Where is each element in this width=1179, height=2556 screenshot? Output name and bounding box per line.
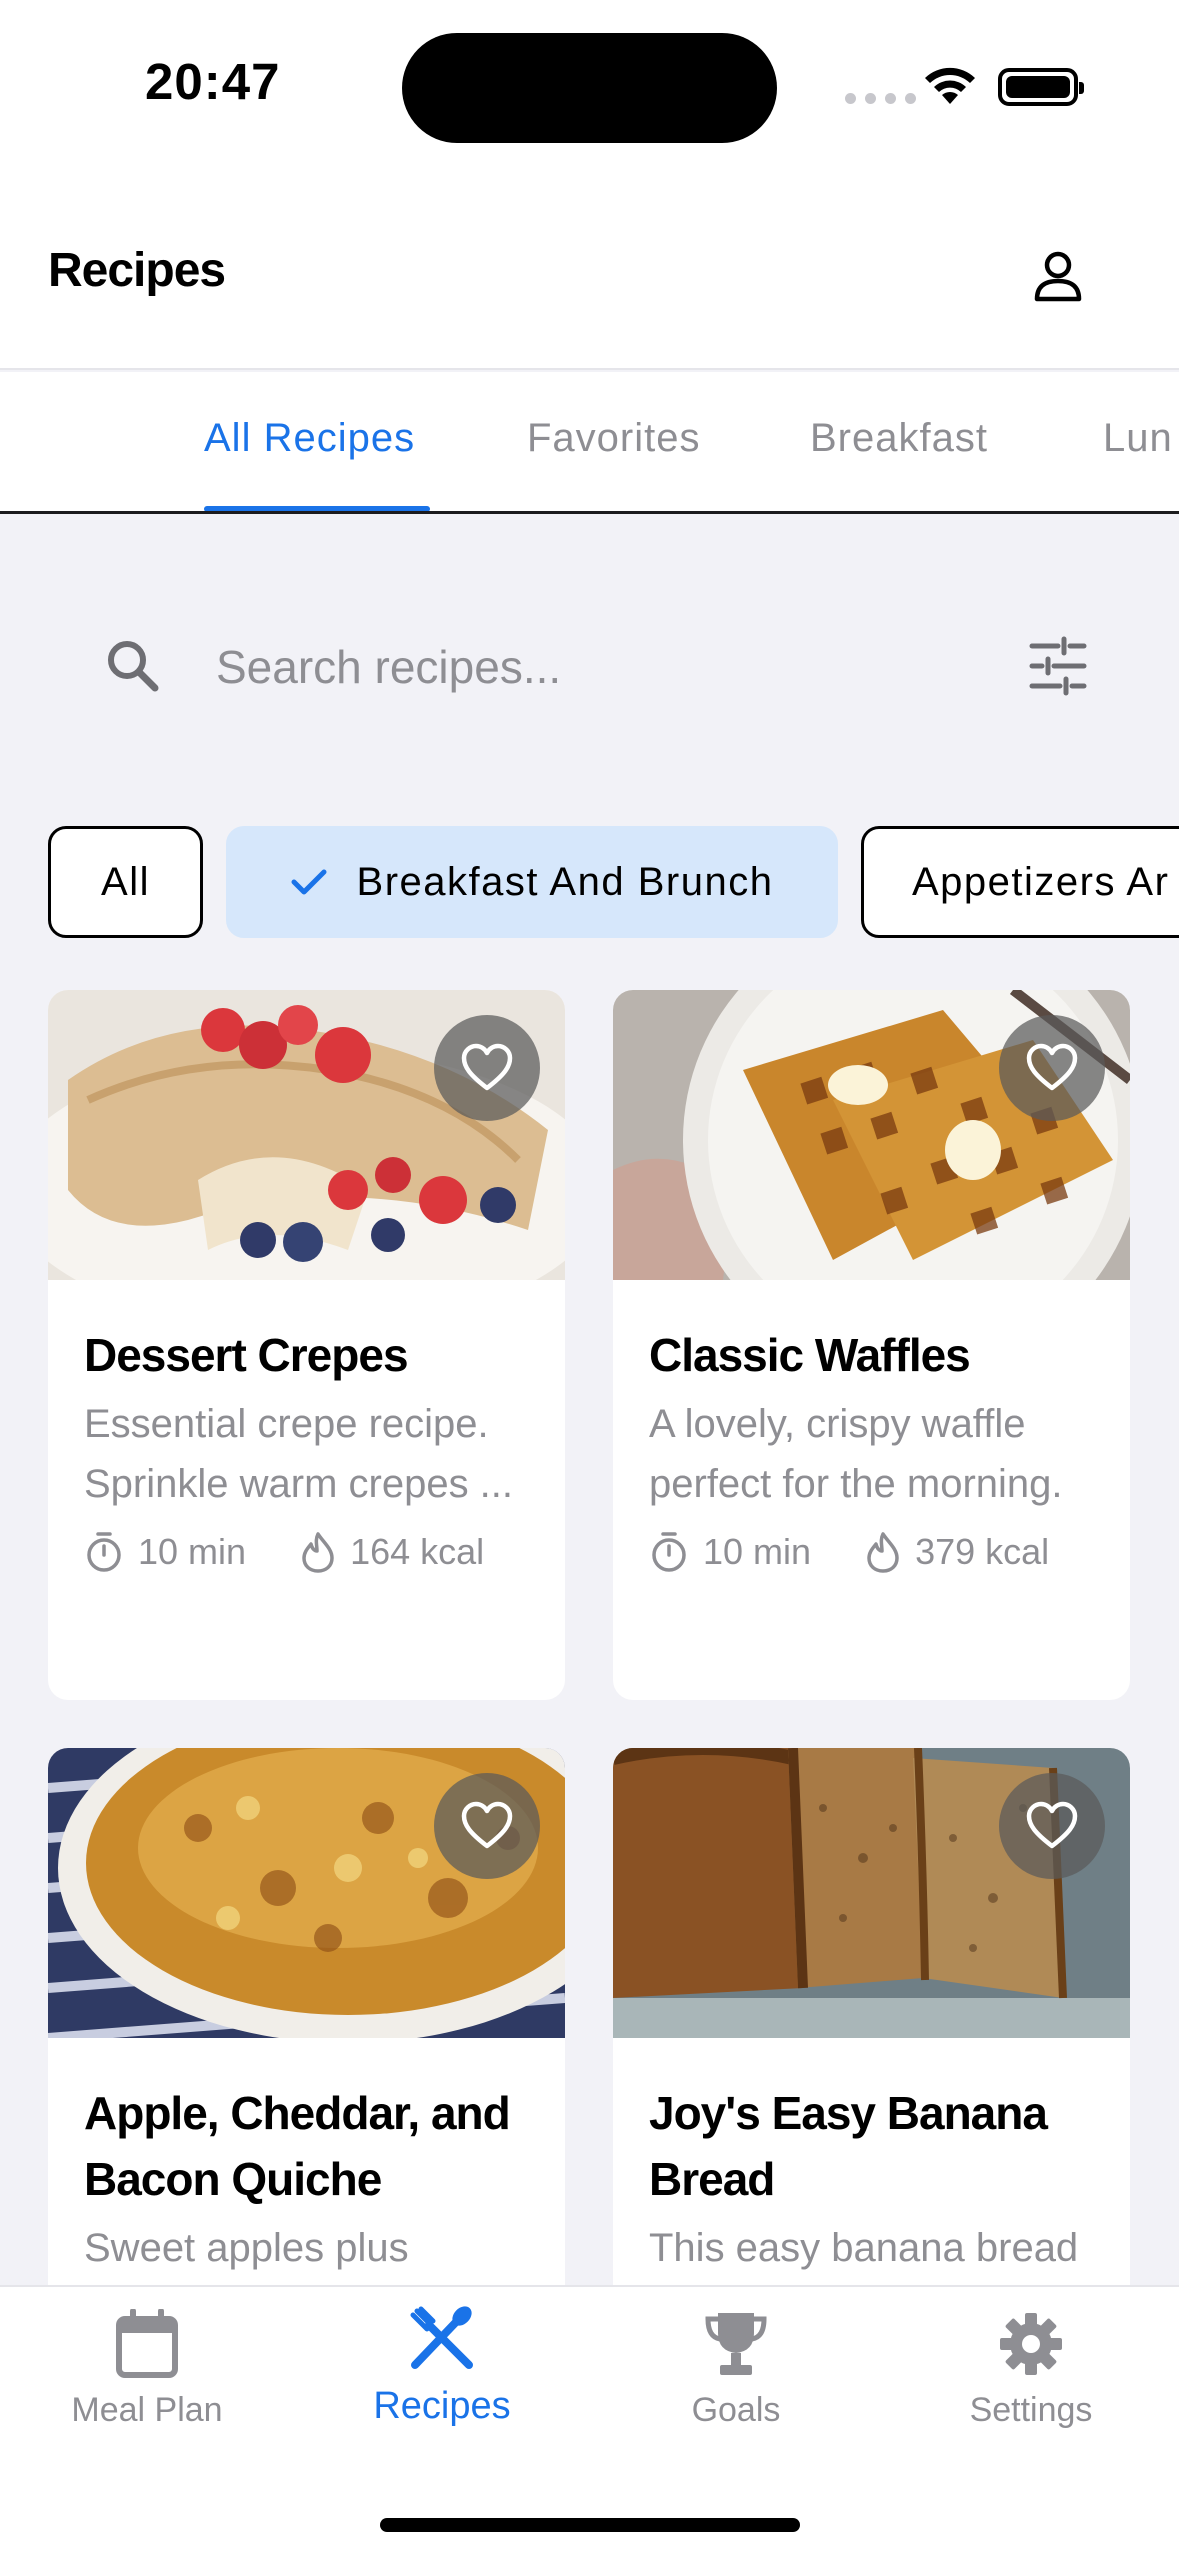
dynamic-island [402,33,777,143]
timer-icon [652,1532,686,1572]
recipe-meta: 10 min 164 kcal [84,1530,484,1574]
favorite-button[interactable] [999,1015,1105,1121]
tabbar-item-settings[interactable]: Settings [921,2309,1141,2430]
recipe-card[interactable]: Dessert Crepes Essential crepe recipe. S… [48,990,565,1700]
heart-icon [1026,1043,1078,1091]
chip-appetizers[interactable]: Appetizers Ar [861,826,1179,938]
utensils-icon [410,2306,473,2369]
recipe-description: This easy banana bread [649,2226,1079,2270]
recipe-title: Joy's Easy Banana Bread [649,2087,1048,2205]
recipe-description: Sweet apples plus [84,2226,409,2270]
recipe-description: A lovely, crispy waffle perfect for the … [649,1402,1063,1506]
tabbar-label: Recipes [373,2385,511,2427]
tabbar-item-goals[interactable]: Goals [626,2309,846,2430]
tabbar-item-meal-plan[interactable]: Meal Plan [37,2309,257,2430]
tab-lunch[interactable]: Lun [1103,416,1173,461]
recipe-card[interactable]: Classic Waffles A lovely, crispy waffle … [613,990,1130,1700]
recipe-time: 10 min [138,1531,247,1572]
status-bar: 20:47 [0,0,1179,190]
recipe-title: Classic Waffles [649,1329,971,1381]
category-tabs: All Recipes Favorites Breakfast Lun [0,372,1179,514]
cellular-signal-icon [845,93,916,104]
wifi-icon [925,67,975,104]
tabbar-label: Goals [691,2391,781,2429]
chip-breakfast-and-brunch[interactable]: Breakfast And Brunch [226,826,838,938]
heart-icon [1026,1801,1078,1849]
battery-icon [998,68,1084,106]
chip-label: Appetizers Ar [912,859,1170,904]
favorite-button[interactable] [434,1773,540,1879]
profile-icon[interactable] [1030,248,1086,304]
flame-icon [302,1532,334,1573]
search-bar [48,598,1131,738]
favorite-button[interactable] [999,1773,1105,1879]
trophy-icon [705,2313,767,2375]
search-icon [108,641,159,692]
recipe-card[interactable]: Apple, Cheddar, and Bacon Quiche Sweet a… [48,1748,565,2308]
chip-all[interactable]: All [48,826,203,938]
chip-label: All [101,859,150,904]
tabbar-item-recipes[interactable]: Recipes [332,2303,552,2428]
tabbar-label: Settings [969,2391,1093,2429]
tab-active-indicator [204,506,430,511]
tab-all-recipes[interactable]: All Recipes [204,416,415,461]
recipe-description: Essential crepe recipe. Sprinkle warm cr… [84,1402,514,1506]
recipe-calories: 379 kcal [915,1531,1050,1572]
gear-icon [1000,2313,1062,2375]
tab-breakfast[interactable]: Breakfast [810,416,988,461]
recipe-time: 10 min [703,1531,812,1572]
recipe-title: Apple, Cheddar, and Bacon Quiche [84,2087,511,2205]
recipe-meta: 10 min 379 kcal [649,1530,1049,1574]
home-indicator [380,2518,800,2532]
heart-icon [461,1801,513,1849]
bottom-tab-bar: Meal Plan Recipes Goals Settings [0,2285,1179,2556]
tab-favorites[interactable]: Favorites [527,416,701,461]
app-header: Recipes [0,190,1179,370]
heart-icon [461,1043,513,1091]
checkmark-icon [291,869,327,895]
tabbar-label: Meal Plan [71,2391,223,2429]
flame-icon [867,1532,899,1573]
filter-sliders-icon[interactable] [1028,636,1088,696]
recipe-calories: 164 kcal [350,1531,485,1572]
calendar-icon [116,2309,178,2378]
chip-label: Breakfast And Brunch [356,859,774,904]
search-input[interactable] [216,634,996,700]
status-time: 20:47 [145,53,281,110]
filter-chips: All Breakfast And Brunch Appetizers Ar [48,826,1179,940]
timer-icon [87,1532,121,1572]
page-title: Recipes [48,244,226,297]
recipe-card[interactable]: Joy's Easy Banana Bread This easy banana… [613,1748,1130,2308]
recipe-title: Dessert Crepes [84,1329,409,1381]
favorite-button[interactable] [434,1015,540,1121]
